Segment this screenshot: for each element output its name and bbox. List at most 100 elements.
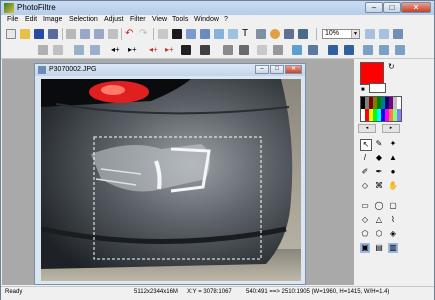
print-icon[interactable] <box>48 29 58 39</box>
copy-icon[interactable] <box>80 29 90 39</box>
select-all-icon[interactable]: ▣ <box>360 243 370 253</box>
photo-canvas[interactable] <box>41 79 301 281</box>
smudge-tool-icon[interactable]: ◇ <box>360 181 370 191</box>
color-swatch-row[interactable] <box>361 109 401 121</box>
blur-tool-icon[interactable]: ● <box>388 167 398 177</box>
adjust-icon[interactable] <box>38 45 48 55</box>
undo-icon[interactable]: ↶ <box>125 29 135 39</box>
invert-selection-icon[interactable]: ▥ <box>388 243 398 253</box>
status-selection: 540:491 ==> 2510:1905 (W=1960, H=1415, W… <box>246 289 390 295</box>
triangle-select-icon[interactable]: △ <box>374 215 384 225</box>
diamond-select-icon[interactable]: ◇ <box>360 215 370 225</box>
new-icon[interactable] <box>6 29 16 39</box>
fill-bucket-tool-icon[interactable]: ◆ <box>374 153 384 163</box>
brush-tool-icon[interactable]: ✐ <box>360 167 370 177</box>
advanced-brush-tool-icon[interactable]: ✒ <box>374 167 384 177</box>
transform-icon[interactable] <box>214 29 224 39</box>
brightness-icon[interactable] <box>74 45 84 55</box>
fit-window-icon[interactable] <box>393 29 403 39</box>
background-color[interactable] <box>369 83 386 93</box>
polygon-lasso-icon[interactable]: ⬡ <box>374 229 384 239</box>
open-icon[interactable] <box>20 29 30 39</box>
palette-next-button[interactable]: ▸ <box>382 124 400 133</box>
sharpen-icon[interactable] <box>273 45 283 55</box>
hide-selection-icon[interactable]: ▤ <box>374 243 384 253</box>
invert-icon[interactable] <box>292 45 302 55</box>
menu-adjust[interactable]: Adjust <box>104 16 123 23</box>
swap-colors-icon[interactable]: ↻ <box>388 62 395 71</box>
doc-maximize-button[interactable]: □ <box>270 65 284 74</box>
reset-colors-icon[interactable]: ■ <box>361 87 365 93</box>
pointer-tool-icon[interactable]: ↖ <box>360 139 372 151</box>
menu-image[interactable]: Image <box>43 16 62 23</box>
close-button[interactable]: ✕ <box>401 2 431 13</box>
canvas-icon[interactable] <box>200 29 210 39</box>
rectangle-select-icon[interactable]: ▭ <box>360 201 370 211</box>
doc-minimize-button[interactable]: – <box>255 65 269 74</box>
color-swatch-grid[interactable] <box>360 96 402 122</box>
fill-icon[interactable] <box>158 29 168 39</box>
color-picker-tool-icon[interactable]: ✎ <box>374 139 384 149</box>
saturation-icon[interactable] <box>181 45 191 55</box>
rotate-180-icon[interactable] <box>395 45 405 55</box>
ellipse-select-icon[interactable]: ◯ <box>374 201 384 211</box>
clone-tool-icon[interactable]: ⌘ <box>374 181 384 191</box>
sepia-icon[interactable] <box>239 45 249 55</box>
document-title-bar[interactable]: P3070002.JPG – □ ✕ <box>35 64 305 76</box>
menu-view[interactable]: View <box>152 16 167 23</box>
menu-window[interactable]: Window <box>194 16 219 23</box>
flip-horizontal-icon[interactable] <box>328 45 338 55</box>
contrast-plus-icon[interactable]: ◂+ <box>149 45 159 55</box>
redo-icon[interactable]: ↷ <box>139 29 149 39</box>
contrast-icon[interactable] <box>90 45 100 55</box>
contrast-minus-icon[interactable]: ▸+ <box>165 45 175 55</box>
magic-wand-tool-icon[interactable]: ✦ <box>388 139 398 149</box>
lasso-select-icon[interactable]: ⌇ <box>388 215 398 225</box>
spray-tool-icon[interactable]: ▲ <box>388 153 398 163</box>
rotate-right-icon[interactable] <box>379 45 389 55</box>
flip-vertical-icon[interactable] <box>344 45 354 55</box>
menu-file[interactable]: File <box>7 16 18 23</box>
zoom-in-icon[interactable] <box>365 29 375 39</box>
brightness-minus-icon[interactable]: ▸+ <box>128 45 138 55</box>
maximize-button[interactable]: □ <box>383 2 401 13</box>
minimize-button[interactable]: – <box>365 2 383 13</box>
blur-icon[interactable] <box>257 45 267 55</box>
line-tool-icon[interactable]: / <box>360 153 370 163</box>
cut-icon[interactable] <box>66 29 76 39</box>
texture-icon[interactable] <box>308 45 318 55</box>
text-icon[interactable]: T <box>242 29 252 39</box>
chevron-down-icon[interactable]: ▼ <box>351 30 359 38</box>
image-icon[interactable] <box>172 29 182 39</box>
save-icon[interactable] <box>34 29 44 39</box>
brightness-plus-icon[interactable]: ◂+ <box>111 45 121 55</box>
grayscale-icon[interactable] <box>223 45 233 55</box>
crop-icon[interactable] <box>228 29 238 39</box>
doc-close-button[interactable]: ✕ <box>285 65 302 74</box>
zoom-select[interactable]: 10% ▼ <box>322 29 360 39</box>
filter-icon[interactable] <box>284 29 294 39</box>
rotate-left-icon[interactable] <box>363 45 373 55</box>
title-bar[interactable]: PhotoFiltre – □ ✕ <box>1 1 434 15</box>
menu-filter[interactable]: Filter <box>130 16 146 23</box>
zoom-out-icon[interactable] <box>379 29 389 39</box>
menu-edit[interactable]: Edit <box>25 16 37 23</box>
foreground-color[interactable] <box>360 62 384 85</box>
menu-help[interactable]: ? <box>224 16 228 23</box>
rotate-icon[interactable] <box>53 45 63 55</box>
menu-selection[interactable]: Selection <box>69 16 98 23</box>
paste-as-icon[interactable] <box>108 29 118 39</box>
menu-tools[interactable]: Tools <box>172 16 188 23</box>
rounded-rect-select-icon[interactable]: ▢ <box>388 201 398 211</box>
polygon-select-icon[interactable]: ⬠ <box>360 229 370 239</box>
batch-icon[interactable] <box>298 29 308 39</box>
paste-icon[interactable] <box>94 29 104 39</box>
palette-prev-button[interactable]: ◂ <box>358 124 376 133</box>
shape-select-icon[interactable]: ◈ <box>388 229 398 239</box>
resize-icon[interactable] <box>186 29 196 39</box>
frame-icon[interactable] <box>256 29 266 39</box>
document-window[interactable]: P3070002.JPG – □ ✕ <box>34 63 306 285</box>
gamma-icon[interactable] <box>200 45 210 55</box>
autumn-icon[interactable] <box>270 29 280 39</box>
hand-tool-icon[interactable]: ✋ <box>388 181 398 191</box>
